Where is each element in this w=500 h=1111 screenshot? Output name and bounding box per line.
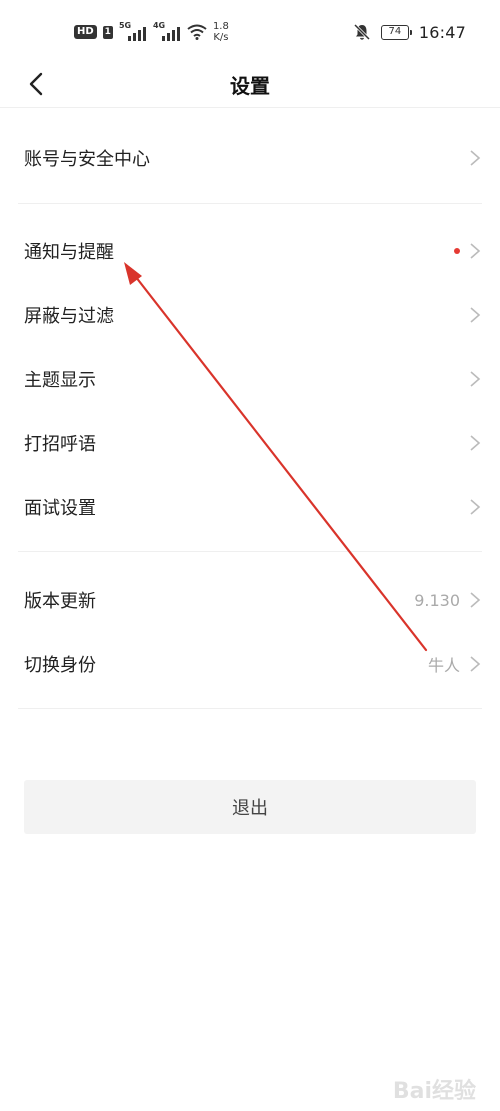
- setting-row-theme[interactable]: 主题显示: [24, 347, 482, 411]
- watermark-logo: Bai经验: [392, 1079, 476, 1104]
- version-value: 9.130: [414, 590, 460, 610]
- setting-label: 通知与提醒: [24, 242, 114, 263]
- settings-group-app: 版本更新 9.130 切换身份 牛人: [24, 568, 482, 696]
- setting-row-version[interactable]: 版本更新 9.130: [24, 568, 482, 632]
- settings-group-preferences: 通知与提醒 屏蔽与过滤 主题显示 打招呼语 面试设置: [24, 219, 482, 539]
- network-speed: 1.8 K/s: [213, 21, 229, 43]
- speed-unit: K/s: [213, 32, 229, 43]
- speed-value: 1.8: [212, 21, 229, 32]
- chevron-right-icon: [470, 592, 481, 608]
- unread-badge: [454, 248, 460, 254]
- chevron-right-icon: [470, 499, 481, 515]
- nav-bar: 设置: [0, 60, 500, 108]
- section-divider: [18, 708, 482, 709]
- setting-right: [468, 347, 482, 411]
- setting-row-account-security[interactable]: 账号与安全中心: [24, 126, 482, 190]
- setting-label: 打招呼语: [24, 434, 96, 455]
- setting-label: 切换身份: [24, 655, 96, 676]
- chevron-right-icon: [470, 307, 481, 323]
- setting-row-notifications[interactable]: 通知与提醒: [24, 219, 482, 283]
- section-divider: [18, 551, 482, 552]
- setting-row-block-filter[interactable]: 屏蔽与过滤: [24, 283, 482, 347]
- setting-row-interview[interactable]: 面试设置: [24, 475, 482, 539]
- logout-button[interactable]: 退出: [24, 780, 476, 834]
- page-title: 设置: [230, 74, 270, 98]
- clock: 16:47: [418, 22, 466, 42]
- setting-label: 面试设置: [24, 498, 96, 519]
- settings-group-account: 账号与安全中心: [24, 126, 482, 190]
- setting-right: [468, 126, 482, 190]
- setting-right: [468, 475, 482, 539]
- section-divider: [18, 203, 482, 204]
- status-left: HD 1 5G 4G 1.8 K/s: [74, 18, 229, 46]
- setting-row-greeting[interactable]: 打招呼语: [24, 411, 482, 475]
- status-bar: HD 1 5G 4G 1.8 K/s 74 16:47: [0, 0, 500, 60]
- chevron-right-icon: [470, 243, 481, 259]
- setting-label: 屏蔽与过滤: [24, 306, 114, 327]
- wifi-icon: [187, 24, 207, 40]
- setting-label: 账号与安全中心: [24, 149, 150, 170]
- setting-label: 版本更新: [24, 591, 96, 612]
- setting-right: [454, 219, 482, 283]
- chevron-right-icon: [470, 371, 481, 387]
- identity-value: 牛人: [427, 656, 460, 675]
- setting-label: 主题显示: [24, 370, 96, 391]
- sim-indicator: 1: [102, 25, 113, 39]
- hd-indicator: HD: [74, 25, 97, 39]
- setting-row-switch-identity[interactable]: 切换身份 牛人: [24, 632, 482, 696]
- chevron-right-icon: [470, 150, 481, 166]
- setting-right: 9.130: [414, 568, 482, 632]
- setting-right: [468, 283, 482, 347]
- setting-right: [468, 411, 482, 475]
- battery-icon: 74: [380, 24, 412, 40]
- chevron-right-icon: [470, 656, 481, 672]
- chevron-right-icon: [470, 435, 481, 451]
- status-right: 74 16:47: [353, 18, 466, 46]
- setting-right: 牛人: [428, 632, 482, 696]
- signal-5g-icon: 5G: [119, 21, 147, 43]
- signal-4g-icon: 4G: [153, 21, 181, 43]
- bell-off-icon: [353, 23, 370, 41]
